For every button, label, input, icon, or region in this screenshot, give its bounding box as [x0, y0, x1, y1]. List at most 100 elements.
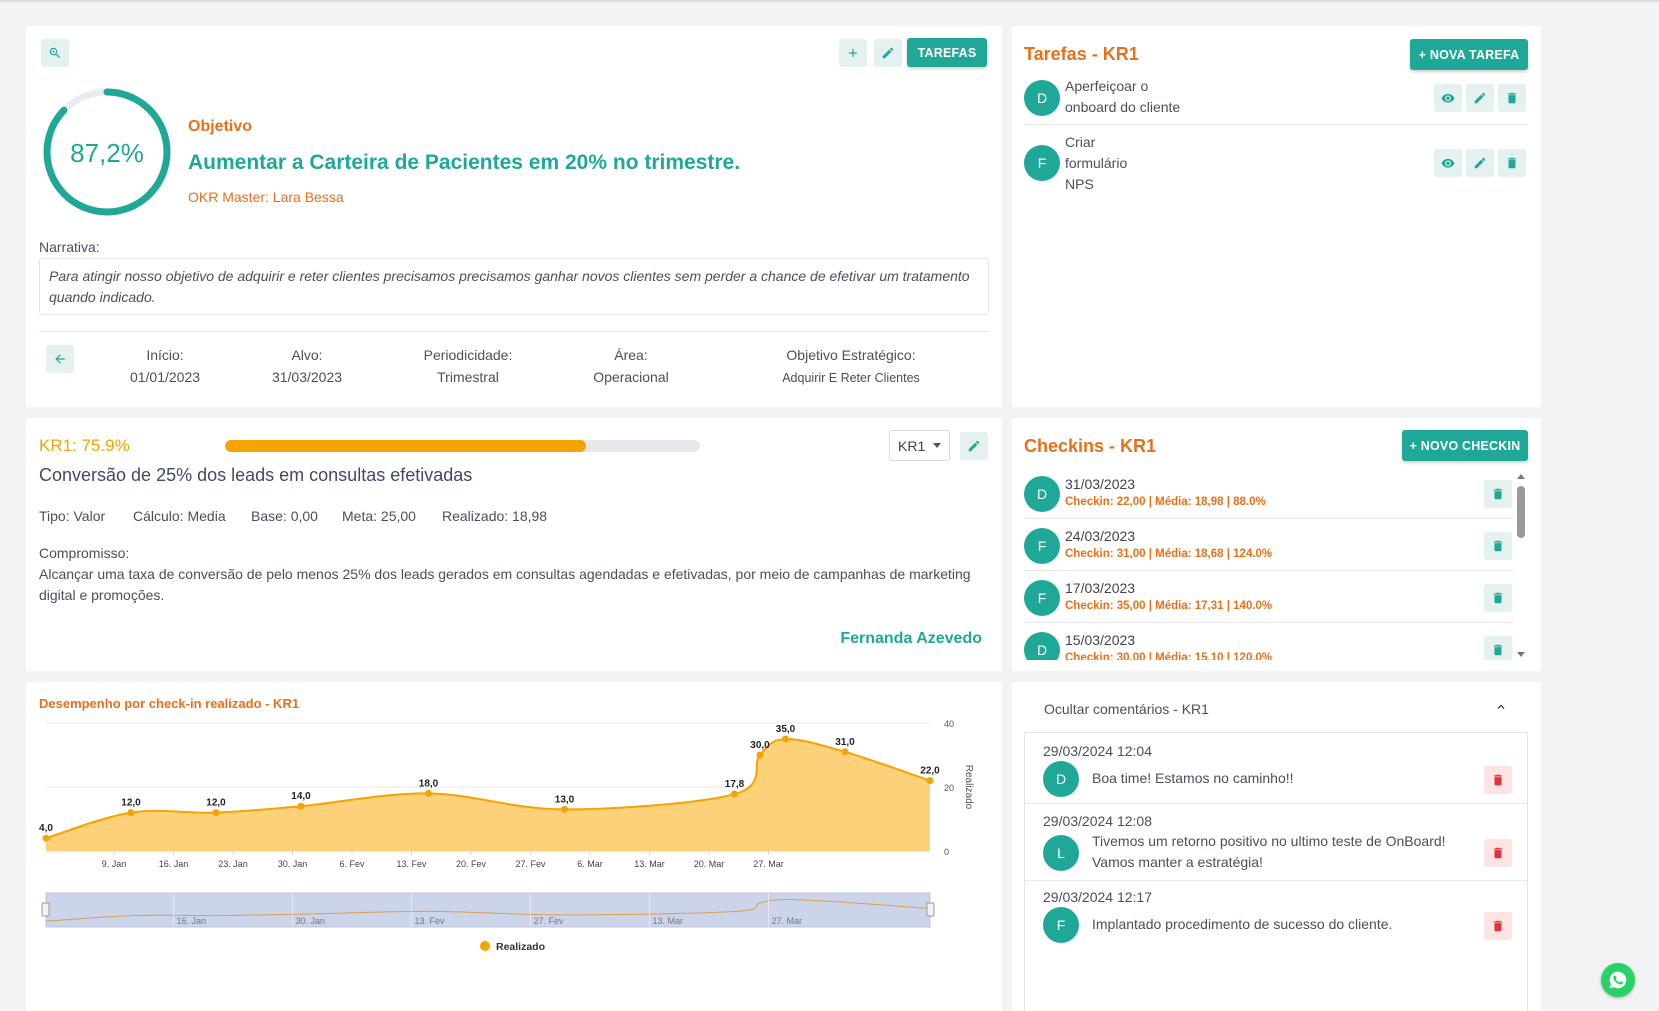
toggle-comments[interactable]: Ocultar comentários - KR1 — [1024, 682, 1528, 732]
checkins-card: Checkins - KR1 + NOVO CHECKIN D 31/03/20… — [1012, 418, 1541, 671]
delete-comment-button[interactable] — [1484, 766, 1512, 794]
y-tick-label: 20 — [944, 783, 954, 793]
plus-icon — [848, 48, 858, 58]
edit-task-button[interactable] — [1466, 149, 1494, 177]
comment-time: 29/03/2024 12:04 — [1043, 743, 1152, 759]
task-text[interactable]: Aperfeiçoar o onboard do cliente — [1065, 76, 1180, 118]
add-button[interactable] — [839, 39, 867, 67]
scrollbar[interactable] — [1516, 474, 1526, 660]
area-value: Operacional — [593, 369, 669, 385]
kr-calculo: Cálculo: Media — [133, 508, 226, 524]
x-tick-label: 6. Fev — [339, 859, 365, 869]
task-line: NPS — [1065, 176, 1094, 192]
trash-icon — [1493, 644, 1503, 656]
x-tick-label: 13. Mar — [634, 859, 665, 869]
navigator-handle-left[interactable] — [41, 902, 50, 917]
target-label: Alvo: — [291, 347, 323, 363]
navigator-tick-label: 13. Fev — [415, 916, 446, 926]
pencil-icon — [1474, 92, 1486, 104]
checkin-date: 15/03/2023 — [1065, 632, 1136, 648]
pencil-icon — [968, 440, 980, 452]
data-label: 13,0 — [555, 794, 575, 805]
top-border — [0, 0, 1659, 2]
data-point — [561, 805, 568, 813]
comment-text: Implantado procedimento de sucesso do cl… — [1092, 914, 1392, 935]
narrative-box: Para atingir nosso objetivo de adquirir … — [39, 258, 989, 315]
task-line: Criar — [1065, 134, 1096, 150]
navigator-tick-label: 27. Fev — [534, 916, 565, 926]
x-tick-label: 13. Fev — [396, 859, 427, 869]
data-label: 31,0 — [835, 737, 855, 748]
task-divider — [1024, 124, 1528, 125]
x-tick-label: 27. Fev — [515, 859, 546, 869]
tasks-title: Tarefas - KR1 — [1024, 44, 1139, 64]
strategic-label: Objetivo Estratégico: — [786, 347, 916, 363]
kr-title: Conversão de 25% dos leads em consultas … — [39, 465, 473, 485]
checkin-info: Checkin: 30,00 | Média: 15,10 | 120.0% — [1065, 652, 1273, 660]
comment-avatar: D — [1043, 761, 1079, 797]
performance-chart[interactable]: 0 20 40 Realizado 4,0 12,0 12,0 14,0 18,0 13,0 17,… — [26, 682, 1002, 1011]
data-point — [297, 802, 305, 810]
target-value: 31/03/2023 — [271, 369, 343, 385]
chevron-up-icon — [1497, 704, 1505, 709]
data-label: 14,0 — [291, 791, 311, 802]
data-point — [425, 789, 432, 797]
delete-task-button[interactable] — [1498, 149, 1526, 177]
scroll-up-arrow[interactable] — [1517, 474, 1525, 479]
edit-objective-button[interactable] — [874, 39, 902, 67]
checkin-divider — [1024, 570, 1514, 571]
edit-kr-button[interactable] — [960, 432, 988, 460]
x-tick-label: 30. Jan — [278, 859, 308, 869]
delete-checkin-button[interactable] — [1484, 480, 1512, 508]
scroll-thumb[interactable] — [1517, 486, 1525, 538]
data-point — [731, 790, 738, 798]
series-area — [46, 738, 930, 851]
checkins-list[interactable]: D 31/03/2023 Checkin: 22,00 | Média: 18,… — [1012, 470, 1541, 660]
new-task-button[interactable]: + NOVA TAREFA — [1410, 39, 1528, 70]
back-button[interactable] — [46, 345, 74, 373]
kr-progress-track — [225, 440, 700, 452]
checkin-avatar: F — [1024, 580, 1060, 616]
data-label: 35,0 — [776, 724, 796, 735]
delete-checkin-button[interactable] — [1484, 532, 1512, 560]
period-value: Trimestral — [437, 369, 499, 385]
delete-checkin-button[interactable] — [1484, 584, 1512, 612]
comment-line: Boa time! Estamos no caminho!! — [1092, 770, 1294, 786]
delete-comment-button[interactable] — [1484, 839, 1512, 867]
task-avatar: F — [1024, 145, 1060, 181]
view-task-button[interactable] — [1434, 149, 1462, 177]
delete-comment-button[interactable] — [1484, 912, 1512, 940]
trash-icon — [1493, 540, 1503, 552]
comment-line: Vamos manter a estratégia! — [1092, 854, 1263, 870]
data-point — [841, 748, 849, 756]
new-checkin-button[interactable]: + NOVO CHECKIN — [1402, 430, 1528, 461]
scroll-down-arrow[interactable] — [1517, 652, 1525, 657]
zoom-button[interactable] — [41, 39, 69, 67]
edit-task-button[interactable] — [1466, 84, 1494, 112]
trash-icon — [1507, 92, 1517, 104]
chart-card: Desempenho por check-in realizado - KR1 … — [26, 682, 1002, 1011]
delete-task-button[interactable] — [1498, 84, 1526, 112]
tasks-button[interactable]: TAREFAS — [907, 38, 987, 67]
tasks-card: Tarefas - KR1 + NOVA TAREFA D Aperfeiçoa… — [1012, 26, 1541, 407]
data-label: 30,0 — [750, 740, 770, 751]
comments-card: Ocultar comentários - KR1 29/03/2024 12:… — [1012, 682, 1541, 1011]
pencil-icon — [1474, 157, 1486, 169]
comment-line: Implantado procedimento de sucesso do cl… — [1092, 916, 1393, 932]
checkin-info: Checkin: 31,00 | Média: 18,68 | 124.0% — [1065, 548, 1273, 560]
whatsapp-icon — [1609, 971, 1627, 989]
comment-time: 29/03/2024 12:17 — [1043, 889, 1152, 905]
view-task-button[interactable] — [1434, 84, 1462, 112]
task-text[interactable]: Criar formulário NPS — [1065, 132, 1127, 195]
kr-select[interactable]: KR1 — [889, 430, 950, 461]
x-tick-label: 9. Jan — [102, 859, 127, 869]
data-point — [926, 777, 934, 785]
delete-checkin-button[interactable] — [1484, 636, 1512, 660]
pencil-icon — [882, 47, 894, 59]
y-tick-label: 40 — [944, 719, 954, 729]
navigator-tick-label: 13. Mar — [653, 916, 684, 926]
start-label: Início: — [146, 347, 184, 363]
whatsapp-button[interactable] — [1601, 963, 1635, 997]
x-tick-label: 23. Jan — [218, 859, 248, 869]
navigator-handle-right[interactable] — [926, 902, 935, 917]
